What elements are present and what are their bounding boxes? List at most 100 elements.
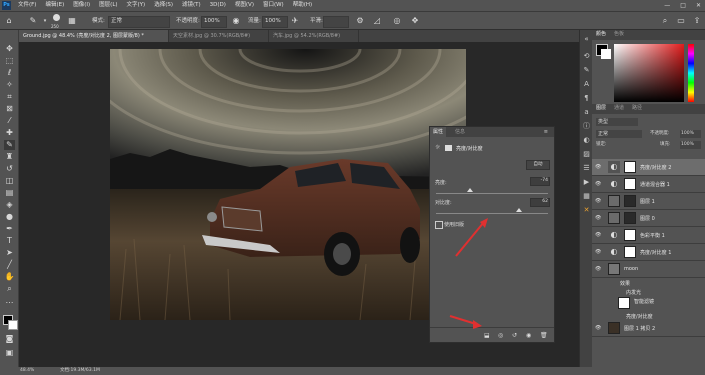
swatch-icon[interactable]: ▦ <box>582 192 591 201</box>
visibility-eye-icon[interactable]: 👁 <box>595 232 601 238</box>
layer-mask-thumbnail[interactable] <box>624 229 636 241</box>
visibility-eye-icon[interactable]: 👁 <box>595 266 601 272</box>
close-icon[interactable]: ✕ <box>696 0 701 11</box>
stamp-tool-icon[interactable]: ♜ <box>4 152 15 162</box>
paragraph-icon[interactable]: ¶ <box>582 94 591 103</box>
visibility-icon[interactable]: ◉ <box>526 332 531 339</box>
visibility-eye-icon[interactable]: 👁 <box>595 215 601 221</box>
layer-row[interactable]: 👁 图层 0 <box>592 210 705 227</box>
menu-help[interactable]: 帮助(H) <box>293 0 312 11</box>
smoothing-input[interactable] <box>323 16 349 28</box>
workspace-icon[interactable]: ▭ <box>676 16 686 26</box>
layer-row[interactable]: 效果 <box>592 278 705 287</box>
hand-tool-icon[interactable]: ✋ <box>4 272 15 282</box>
path-select-icon[interactable]: ➤ <box>4 248 15 258</box>
color-field[interactable] <box>614 44 684 102</box>
crop-tool-icon[interactable]: ⌗ <box>4 92 15 102</box>
visibility-eye-icon[interactable]: 👁 <box>595 181 601 187</box>
angle-icon[interactable]: ◿ <box>372 16 382 26</box>
move-tool-icon[interactable]: ✥ <box>4 44 15 54</box>
line-tool-icon[interactable]: ╱ <box>4 260 15 270</box>
marquee-tool-icon[interactable]: ⬚ <box>4 56 15 66</box>
menu-layer[interactable]: 图层(L) <box>99 0 117 11</box>
opacity-input[interactable]: 100% <box>201 16 227 28</box>
maximize-icon[interactable]: □ <box>680 0 686 11</box>
menu-select[interactable]: 选择(S) <box>154 0 173 11</box>
layer-row[interactable]: 👁 图层 1 拷贝 2 <box>592 320 705 337</box>
tab-sky[interactable]: 天空素材.jpg @ 30.7%(RGB/8#) <box>169 30 269 42</box>
zoom-tool-icon[interactable]: ⌕ <box>4 284 15 294</box>
visibility-eye-icon[interactable]: 👁 <box>595 198 601 204</box>
layer-mask-thumbnail[interactable] <box>624 212 636 224</box>
more-tools-icon[interactable]: … <box>4 296 15 306</box>
menu-filter[interactable]: 滤镜(T) <box>182 0 201 11</box>
flow-input[interactable]: 100% <box>262 16 288 28</box>
eyedropper-tool-icon[interactable]: ⁄ <box>4 116 15 126</box>
search-icon[interactable]: ⌕ <box>660 16 670 26</box>
pressure-size-icon[interactable]: ◎ <box>392 16 402 26</box>
dodge-tool-icon[interactable]: ● <box>4 212 15 222</box>
tab-channels[interactable]: 通道 <box>614 104 624 113</box>
quick-select-tool-icon[interactable]: ✧ <box>4 80 15 90</box>
layer-row[interactable]: 👁 ◐ 亮度/对比度 1 <box>592 244 705 261</box>
layer-row[interactable]: 👁 moon <box>592 261 705 278</box>
libraries-icon[interactable]: ☰ <box>582 164 591 173</box>
zoom-level[interactable]: 48.4% <box>20 367 34 375</box>
brush-settings-panel-icon[interactable]: ✎ <box>582 66 591 75</box>
healing-tool-icon[interactable]: ✚ <box>4 128 15 138</box>
minimize-icon[interactable]: — <box>664 0 670 11</box>
frame-tool-icon[interactable]: ⊠ <box>4 104 15 114</box>
pen-tool-icon[interactable]: ✒ <box>4 224 15 234</box>
symmetry-icon[interactable]: ✥ <box>410 16 420 26</box>
trash-icon[interactable]: 🗑 <box>540 332 548 339</box>
tab-layers[interactable]: 图层 <box>596 104 606 113</box>
background-color-swatch[interactable] <box>8 320 18 330</box>
blur-tool-icon[interactable]: ◈ <box>4 200 15 210</box>
history-brush-icon[interactable]: ↺ <box>4 164 15 174</box>
tab-swatches[interactable]: 色板 <box>614 30 624 39</box>
layer-filter-select[interactable]: 类型 <box>596 118 638 126</box>
tab-properties[interactable]: 属性 <box>430 127 447 137</box>
layer-row[interactable]: 内发光 <box>592 287 705 296</box>
eraser-tool-icon[interactable]: ◫ <box>4 176 15 186</box>
contrast-input[interactable]: 62 <box>530 198 550 207</box>
smart-filter-mask[interactable] <box>618 297 630 309</box>
mode-select[interactable]: 正常 <box>108 16 170 28</box>
airbrush-icon[interactable]: ✈ <box>290 16 300 26</box>
visibility-eye-icon[interactable]: 👁 <box>595 325 601 331</box>
layer-row[interactable]: 👁 ◐ 通道混合器 1 <box>592 176 705 193</box>
chevron-down-icon[interactable]: ▾ <box>40 16 50 26</box>
character-icon[interactable]: A <box>582 80 591 89</box>
layer-opacity-input[interactable]: 100% <box>680 130 701 138</box>
layer-mask-thumbnail[interactable] <box>624 246 636 258</box>
glyph-icon[interactable]: a <box>582 108 591 117</box>
gear-icon[interactable]: ⚙ <box>355 16 365 26</box>
type-tool-icon[interactable]: T <box>4 236 15 246</box>
blend-mode-select[interactable]: 正常 <box>596 130 642 138</box>
auto-button[interactable]: 自动 <box>526 160 550 170</box>
tools-cross-icon[interactable]: ✕ <box>582 206 591 215</box>
layer-row[interactable]: 智能滤镜 <box>592 296 705 311</box>
tab-color[interactable]: 颜色 <box>596 30 606 39</box>
tab-ground[interactable]: Ground.jpg @ 48.4% (亮度/对比度 2, 图层蒙版/8) * <box>19 30 169 42</box>
menu-type[interactable]: 文字(Y) <box>127 0 146 11</box>
brightness-slider-thumb[interactable] <box>466 188 473 192</box>
layer-row[interactable]: 👁 ◐ 色彩平衡 1 <box>592 227 705 244</box>
quick-mask-icon[interactable]: ◙ <box>4 334 15 344</box>
mask-icon[interactable] <box>445 145 452 151</box>
brush-settings-icon[interactable]: ▦ <box>67 16 77 26</box>
actions-icon[interactable]: ▶ <box>582 178 591 187</box>
home-icon[interactable]: ⌂ <box>4 16 14 26</box>
brightness-input[interactable]: -74 <box>530 177 550 186</box>
menu-view[interactable]: 视图(V) <box>235 0 254 11</box>
layer-mask-thumbnail[interactable] <box>624 195 636 207</box>
lasso-tool-icon[interactable]: ℓ <box>4 68 15 78</box>
expand-icon[interactable]: « <box>582 35 591 44</box>
tab-car[interactable]: 汽车.jpg @ 54.2%(RGB/8#) <box>269 30 359 42</box>
fill-input[interactable]: 100% <box>680 141 701 149</box>
layer-mask-thumbnail[interactable] <box>624 161 636 173</box>
screen-mode-icon[interactable]: ▣ <box>4 348 15 358</box>
gradient-tool-icon[interactable]: ▤ <box>4 188 15 198</box>
hue-slider[interactable] <box>688 44 694 102</box>
styles-icon[interactable]: ▨ <box>582 150 591 159</box>
